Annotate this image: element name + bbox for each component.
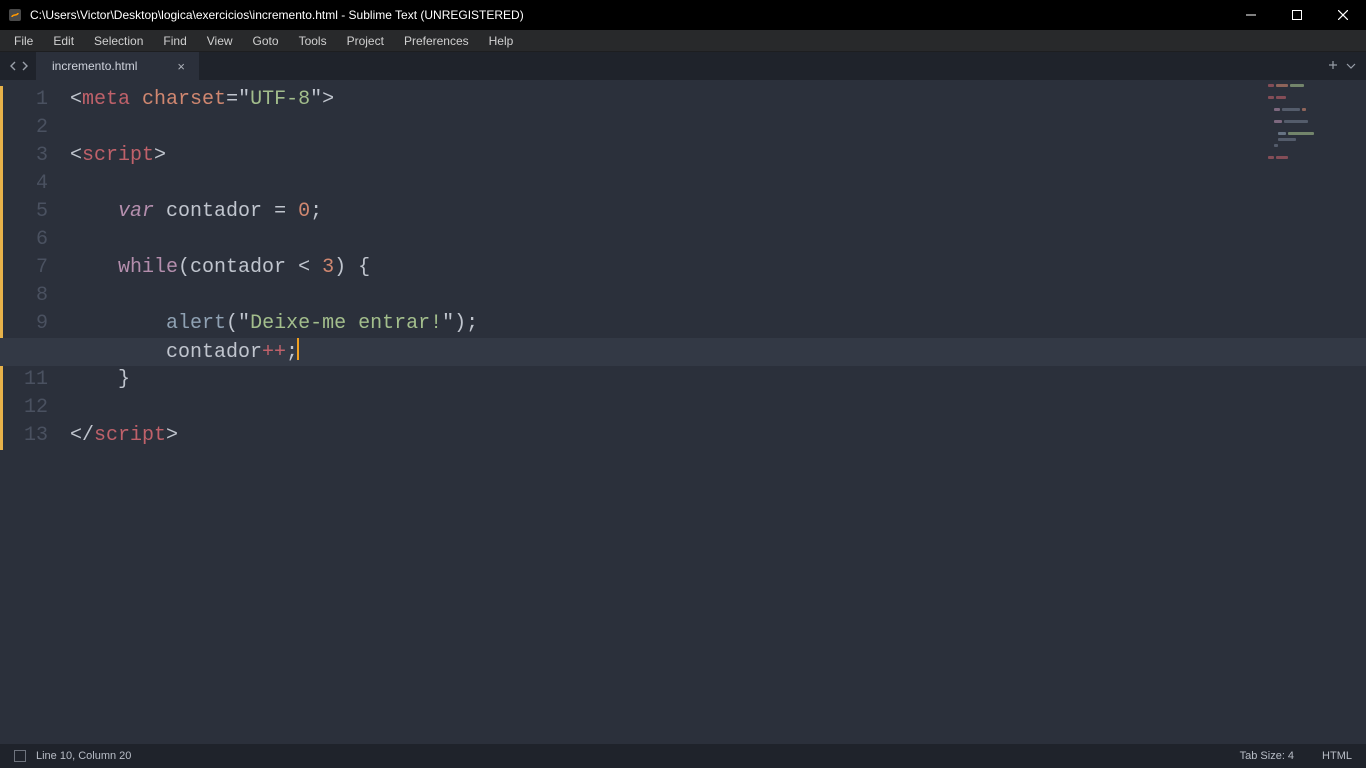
- code-line[interactable]: [58, 394, 1366, 422]
- nav-back-icon[interactable]: [8, 61, 18, 71]
- menu-file[interactable]: File: [4, 31, 43, 51]
- minimize-button[interactable]: [1228, 0, 1274, 30]
- line-number: 3: [0, 142, 58, 170]
- line-number: 1: [0, 86, 58, 114]
- app-icon: [6, 6, 24, 24]
- line-number: 2: [0, 114, 58, 142]
- menu-selection[interactable]: Selection: [84, 31, 153, 51]
- code-line[interactable]: alert("Deixe-me entrar!");: [58, 310, 1366, 338]
- tab-active[interactable]: incremento.html ×: [36, 52, 199, 80]
- menu-view[interactable]: View: [197, 31, 243, 51]
- tab-dropdown-icon[interactable]: [1346, 59, 1356, 73]
- code-line[interactable]: </script>: [58, 422, 1366, 450]
- code-area[interactable]: <meta charset="UTF-8"> <script> var cont…: [58, 80, 1366, 744]
- line-number: 6: [0, 226, 58, 254]
- line-number-gutter: 1 2 3 4 5 6 7 8 9 10 11 12 13: [0, 80, 58, 744]
- line-number: 12: [0, 394, 58, 422]
- statusbar: Line 10, Column 20 Tab Size: 4 HTML: [0, 744, 1366, 768]
- line-number: 11: [0, 366, 58, 394]
- menu-goto[interactable]: Goto: [243, 31, 289, 51]
- code-line[interactable]: var contador = 0;: [58, 198, 1366, 226]
- window-title: C:\Users\Victor\Desktop\logica\exercicio…: [30, 8, 524, 22]
- code-line[interactable]: [58, 170, 1366, 198]
- code-line-current[interactable]: contador++;: [0, 338, 1366, 366]
- line-number: 4: [0, 170, 58, 198]
- menu-tools[interactable]: Tools: [289, 31, 337, 51]
- line-number: 13: [0, 422, 58, 450]
- code-line[interactable]: <script>: [58, 142, 1366, 170]
- line-number: 8: [0, 282, 58, 310]
- tab-close-icon[interactable]: ×: [177, 59, 185, 74]
- status-syntax[interactable]: HTML: [1322, 750, 1352, 762]
- text-caret: [297, 338, 299, 360]
- tab-label: incremento.html: [52, 59, 137, 73]
- menu-edit[interactable]: Edit: [43, 31, 84, 51]
- panel-switcher-icon[interactable]: [14, 750, 26, 762]
- menu-preferences[interactable]: Preferences: [394, 31, 479, 51]
- menu-find[interactable]: Find: [153, 31, 196, 51]
- line-number: 7: [0, 254, 58, 282]
- menu-help[interactable]: Help: [479, 31, 524, 51]
- tabbar: incremento.html ×: [0, 52, 1366, 80]
- status-tabsize[interactable]: Tab Size: 4: [1240, 750, 1294, 762]
- code-line[interactable]: <meta charset="UTF-8">: [58, 86, 1366, 114]
- modified-marker: [0, 86, 3, 450]
- code-line[interactable]: [58, 114, 1366, 142]
- line-number: 9: [0, 310, 58, 338]
- status-position[interactable]: Line 10, Column 20: [36, 750, 131, 762]
- maximize-button[interactable]: [1274, 0, 1320, 30]
- close-button[interactable]: [1320, 0, 1366, 30]
- minimap[interactable]: [1266, 84, 1366, 154]
- nav-forward-icon[interactable]: [20, 61, 30, 71]
- code-line[interactable]: while(contador < 3) {: [58, 254, 1366, 282]
- line-number: 5: [0, 198, 58, 226]
- window-titlebar: C:\Users\Victor\Desktop\logica\exercicio…: [0, 0, 1366, 30]
- code-line[interactable]: [58, 226, 1366, 254]
- menubar: File Edit Selection Find View Goto Tools…: [0, 30, 1366, 52]
- tab-history-nav: [0, 52, 36, 80]
- menu-project[interactable]: Project: [337, 31, 394, 51]
- new-tab-icon[interactable]: [1328, 59, 1338, 73]
- code-line[interactable]: }: [58, 366, 1366, 394]
- code-line[interactable]: [58, 282, 1366, 310]
- editor[interactable]: 1 2 3 4 5 6 7 8 9 10 11 12 13 <meta char…: [0, 80, 1366, 744]
